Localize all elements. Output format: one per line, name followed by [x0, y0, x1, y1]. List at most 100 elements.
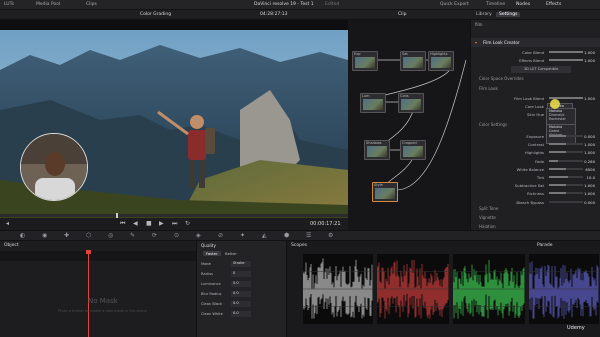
palette-tool-icon[interactable]: ⊘ — [218, 232, 223, 239]
color-setting-row[interactable]: Fade 0.260 — [471, 157, 600, 165]
setting-value[interactable]: 6500 — [585, 167, 595, 172]
skin-hue-row[interactable]: Skin Hue — [471, 110, 600, 118]
quality-row[interactable]: Radius 0 — [201, 271, 283, 279]
palette-tool-icon[interactable]: ◐ — [20, 232, 25, 239]
scope-mode-dropdown[interactable]: Parade — [537, 243, 553, 248]
section-vignette[interactable]: Vignette — [479, 215, 496, 220]
setting-slider[interactable] — [549, 192, 583, 195]
setting-value[interactable]: 10.0 — [587, 175, 595, 180]
color-setting-row[interactable]: Bleach Bypass 0.000 — [471, 198, 600, 206]
color-setting-row[interactable]: Tint 10.0 — [471, 173, 600, 181]
playhead-handle[interactable] — [86, 250, 91, 254]
setting-value[interactable]: 0.000 — [584, 200, 595, 205]
mask-timeline-ruler[interactable] — [0, 251, 196, 261]
skip-forward-icon[interactable]: ⏭ — [172, 220, 177, 228]
quick-export-button[interactable]: Quick Export — [440, 2, 469, 7]
setting-slider[interactable] — [549, 135, 583, 137]
color-setting-row[interactable]: Contrast 1.000 — [471, 140, 600, 148]
palette-tool-icon[interactable]: ◎ — [108, 232, 113, 239]
palette-tool-icon[interactable]: ◭ — [262, 232, 267, 239]
setting-slider[interactable] — [549, 184, 583, 187]
nodes-button[interactable]: Nodes — [516, 2, 530, 7]
quality-value[interactable]: 0.0 — [231, 301, 251, 307]
section-film-look[interactable]: Film Look — [479, 86, 498, 91]
fx-header[interactable]: ▾ Film Look Creator — [471, 38, 600, 47]
palette-tool-icon[interactable]: ◉ — [42, 232, 47, 239]
quality-row[interactable]: Blur Radius 0.0 — [201, 291, 283, 299]
setting-slider[interactable] — [549, 167, 583, 170]
palette-tool-icon[interactable]: ✚ — [64, 232, 69, 239]
effects-button[interactable]: Effects — [546, 2, 561, 7]
node-4[interactable]: Lum — [360, 93, 386, 113]
quality-value[interactable]: 0 — [231, 271, 251, 277]
tab-settings[interactable]: Settings — [496, 12, 521, 17]
palette-tool-icon[interactable]: ⟳ — [152, 232, 157, 239]
effects-blend-row[interactable]: Effects Blend 1.000 — [471, 56, 600, 64]
setting-value[interactable]: 0.000 — [584, 134, 595, 139]
quality-value[interactable]: Stroke — [231, 261, 251, 267]
section-split-tone[interactable]: Split Tone — [479, 206, 498, 211]
setting-slider[interactable] — [549, 143, 583, 146]
quality-row[interactable]: Luminance 0.0 — [201, 281, 283, 289]
palette-tool-icon[interactable]: ✎ — [130, 232, 135, 239]
luts-tab[interactable]: LUTs — [4, 2, 14, 7]
speaker-icon[interactable]: ◂ — [6, 220, 9, 227]
play-icon[interactable]: ▶ — [159, 220, 164, 227]
setting-value[interactable]: 0.260 — [584, 159, 595, 164]
setting-slider[interactable] — [549, 151, 583, 154]
quality-value[interactable]: 0.0 — [231, 291, 251, 297]
node-7[interactable]: Cropped — [400, 140, 426, 160]
color-setting-row[interactable]: Richness 1.000 — [471, 189, 600, 197]
node-1[interactable]: Exp — [352, 51, 378, 71]
expand-icon[interactable]: ▾ — [475, 40, 477, 45]
film-look-blend-row[interactable]: Film Look Blend 1.000 — [471, 94, 600, 102]
quality-row[interactable]: Clean Black 0.0 — [201, 301, 283, 309]
palette-tool-icon[interactable]: ⊙ — [174, 232, 179, 239]
clips-tab[interactable]: Clips — [86, 2, 97, 7]
section-color-space[interactable]: Color Space Overrides — [479, 76, 524, 81]
core-look-row[interactable]: Core Look Mahaka — [471, 102, 600, 110]
palette-tool-icon[interactable]: ✦ — [240, 232, 245, 239]
color-setting-row[interactable]: White Balance 6500 — [471, 165, 600, 173]
menu-option[interactable]: Rochester — [547, 117, 575, 121]
skip-back-icon[interactable]: ⏮ — [120, 220, 125, 228]
palette-tool-icon[interactable]: ⚙ — [328, 232, 333, 239]
color-setting-row[interactable]: Subtractive Sat 1.000 — [471, 181, 600, 189]
palette-tool-icon[interactable]: ☰ — [306, 232, 311, 239]
section-color-settings[interactable]: Color Settings — [479, 122, 507, 127]
setting-slider[interactable] — [549, 200, 583, 203]
stop-icon[interactable]: ■ — [146, 220, 152, 227]
setting-value[interactable]: 1.000 — [584, 191, 595, 196]
quality-value[interactable]: 0.0 — [231, 281, 251, 287]
node-editor[interactable]: Exp Sat Highlights Lum Cons Shadows Crop… — [348, 20, 470, 230]
viewer[interactable] — [0, 20, 348, 218]
mask-playhead[interactable] — [88, 251, 89, 337]
node-3[interactable]: Highlights — [428, 51, 454, 71]
setting-value[interactable]: 1.000 — [584, 183, 595, 188]
quality-row[interactable]: Mode Stroke — [201, 261, 283, 269]
node-6[interactable]: Shadows — [364, 140, 390, 160]
quality-faster-tab[interactable]: Faster — [203, 251, 221, 256]
setting-value[interactable]: 1.000 — [584, 150, 595, 155]
node-8-selected[interactable]: Style — [372, 182, 398, 202]
node-2[interactable]: Sat — [400, 51, 426, 71]
color-setting-row[interactable]: Highlights 1.000 — [471, 148, 600, 156]
section-halation[interactable]: Halation — [479, 224, 496, 229]
quality-row[interactable]: Clean White 0.0 — [201, 311, 283, 319]
quality-value[interactable]: 0.0 — [231, 311, 251, 317]
setting-value[interactable]: 1.000 — [584, 142, 595, 147]
palette-tool-icon[interactable]: ⬡ — [86, 232, 91, 239]
quality-better-tab[interactable]: Better — [225, 251, 237, 256]
effect-search[interactable]: film — [475, 22, 597, 30]
loop-icon[interactable]: ↻ — [185, 220, 190, 227]
palette-tool-icon[interactable]: ⬢ — [284, 232, 289, 239]
setting-slider[interactable] — [549, 176, 583, 178]
lut-compatible-toggle[interactable]: 3D LUT Compatible — [511, 66, 571, 73]
timeline-button[interactable]: Timeline — [486, 2, 505, 7]
play-reverse-icon[interactable]: ◀ — [133, 220, 138, 227]
media-pool-tab[interactable]: Media Pool — [36, 2, 60, 7]
viewer-scrub-bar[interactable] — [0, 213, 348, 218]
tab-library[interactable]: Library — [476, 12, 492, 17]
color-setting-row[interactable]: Exposure 0.000 — [471, 132, 600, 140]
setting-slider[interactable] — [549, 159, 583, 162]
